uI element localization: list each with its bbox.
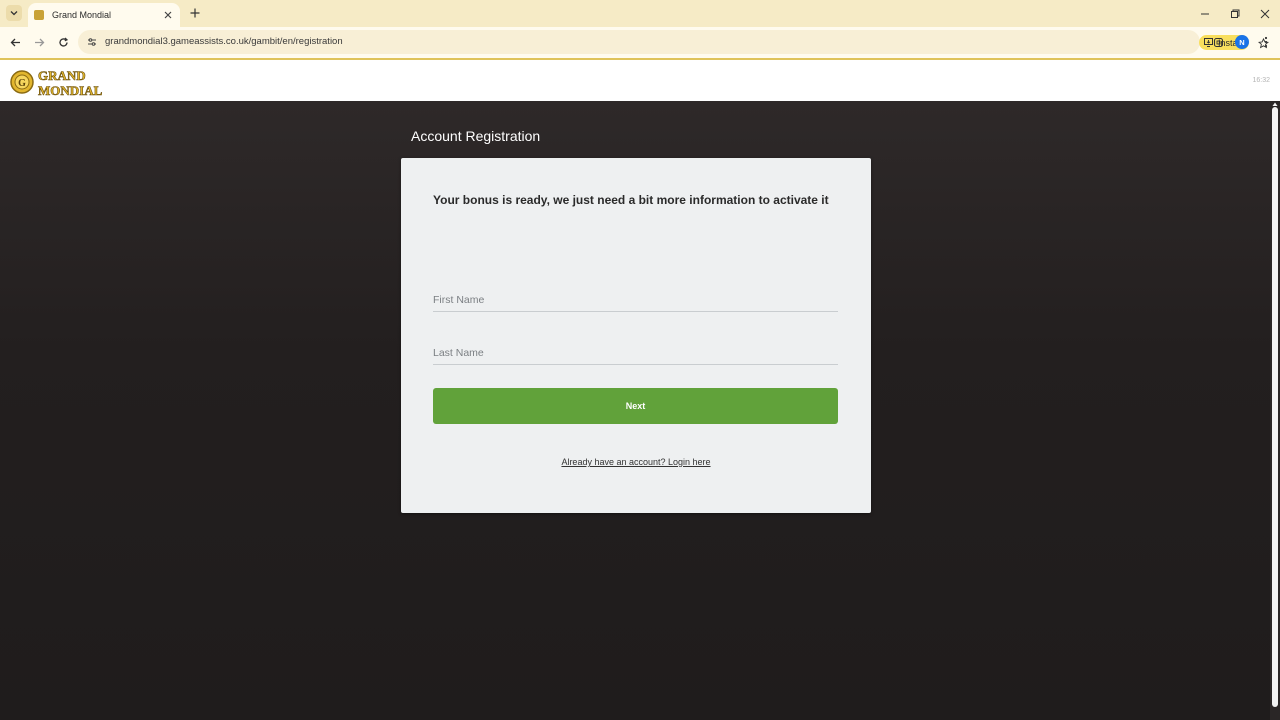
profile-avatar[interactable]: N [1235, 35, 1249, 49]
forward-arrow-icon[interactable] [32, 35, 46, 49]
logo-text-line1: GRAND [38, 68, 86, 83]
site-settings-icon[interactable] [86, 36, 98, 48]
extensions-icon[interactable] [1211, 35, 1225, 49]
tab-search-chevron-icon[interactable] [6, 5, 22, 21]
bonus-headline: Your bonus is ready, we just need a bit … [433, 193, 829, 207]
grand-mondial-logo[interactable]: G GRAND MONDIAL [9, 66, 115, 98]
first-name-field-wrap [433, 288, 838, 312]
address-bar[interactable]: grandmondial3.gameassists.co.uk/gambit/e… [78, 30, 1269, 54]
browser-toolbar: grandmondial3.gameassists.co.uk/gambit/e… [0, 27, 1280, 58]
browser-tabbar: Grand Mondial [0, 0, 1280, 27]
new-tab-plus-icon[interactable] [188, 6, 202, 20]
back-arrow-icon[interactable] [8, 35, 22, 49]
browser-tab-active[interactable]: Grand Mondial [28, 3, 180, 27]
tab-favicon-icon [34, 10, 44, 20]
reload-icon[interactable] [56, 35, 70, 49]
close-window-icon[interactable] [1250, 0, 1280, 27]
minimize-icon[interactable] [1190, 0, 1220, 27]
tab-title: Grand Mondial [52, 10, 112, 20]
browser-menu-icon[interactable] [1260, 35, 1272, 49]
page-title: Account Registration [411, 128, 541, 144]
page-body: Account Registration Your bonus is ready… [0, 101, 1280, 720]
site-header: G GRAND MONDIAL 16:32 [0, 58, 1280, 101]
last-name-field-wrap [433, 341, 838, 365]
login-link[interactable]: Already have an account? Login here [401, 457, 871, 467]
next-button[interactable]: Next [433, 388, 838, 424]
first-name-input[interactable] [433, 288, 838, 311]
last-name-input[interactable] [433, 341, 838, 364]
tab-close-icon[interactable] [162, 9, 174, 21]
svg-text:G: G [18, 78, 26, 89]
restore-icon[interactable] [1220, 0, 1250, 27]
registration-card: Your bonus is ready, we just need a bit … [401, 158, 871, 513]
window-controls [1190, 0, 1280, 27]
page-scrollbar[interactable] [1270, 101, 1280, 720]
logo-text-line2: MONDIAL [38, 83, 103, 98]
url-text[interactable]: grandmondial3.gameassists.co.uk/gambit/e… [105, 36, 343, 47]
clock-time: 16:32 [1252, 77, 1270, 84]
scrollbar-thumb[interactable] [1272, 107, 1278, 707]
